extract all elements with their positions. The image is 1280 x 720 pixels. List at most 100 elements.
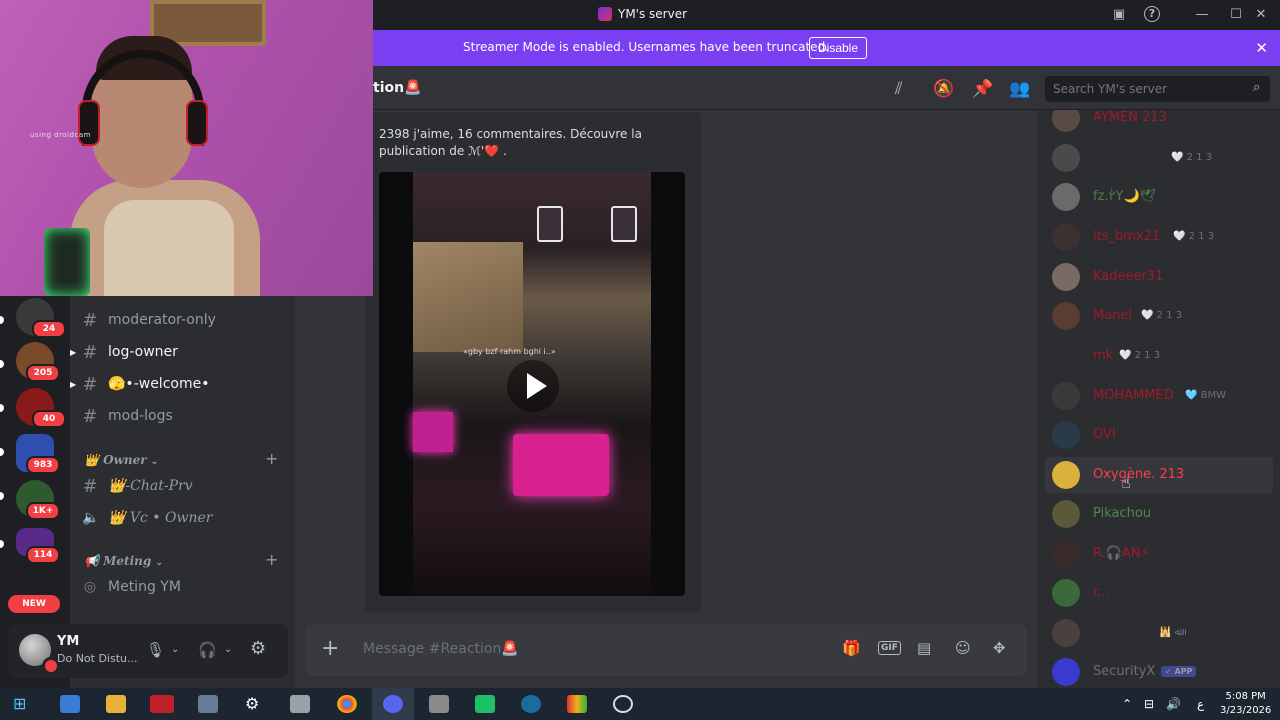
- member-avatar: [1052, 342, 1080, 370]
- server-badge: 1K+: [26, 502, 60, 520]
- play-button[interactable]: [507, 360, 559, 412]
- microphone-icon[interactable]: 🎙: [146, 641, 165, 659]
- member-avatar: [1052, 302, 1080, 330]
- member-item[interactable]: Oxygène. 213 ☝: [1045, 457, 1273, 493]
- speaker-icon: 🔈: [82, 510, 100, 526]
- member-item[interactable]: OVI: [1045, 417, 1273, 453]
- channel-label: moderator-only: [108, 312, 216, 328]
- member-avatar: [1052, 540, 1080, 568]
- file-explorer-icon[interactable]: [106, 695, 126, 713]
- channel-mod-logs[interactable]: # mod-logs: [82, 403, 172, 429]
- voicemod-icon[interactable]: [150, 695, 174, 713]
- video-caption: «gby bzf rahm bghi i..»: [463, 347, 556, 356]
- webcam-watermark: using droidcam: [30, 131, 91, 139]
- language-indicator[interactable]: ع: [1197, 697, 1204, 711]
- channel-log-owner[interactable]: # log-owner: [82, 339, 177, 365]
- member-item[interactable]: Pikachou: [1045, 496, 1273, 532]
- app-icon[interactable]: [429, 695, 449, 713]
- streamer-mode-banner: Streamer Mode is enabled. Usernames have…: [373, 30, 1280, 66]
- member-item[interactable]: r...: [1045, 575, 1273, 611]
- settings-icon[interactable]: ⚙: [245, 695, 265, 713]
- member-item[interactable]: Kadeeer31: [1045, 259, 1273, 295]
- pin-icon[interactable]: 📌: [972, 79, 993, 99]
- chrome-icon[interactable]: [337, 695, 357, 713]
- disable-streamer-mode-button[interactable]: Disable: [809, 37, 868, 59]
- discord-icon[interactable]: [383, 695, 403, 713]
- channel-moderator-only[interactable]: # moderator-only: [82, 307, 216, 333]
- app-icon[interactable]: [567, 695, 587, 713]
- store-icon[interactable]: [60, 695, 80, 713]
- member-item[interactable]: R.🎧AN⚡: [1045, 536, 1273, 572]
- member-item[interactable]: 🕌 ﷲ: [1045, 615, 1273, 651]
- apps-icon[interactable]: ✥: [993, 639, 1006, 657]
- member-tag: 🩵 BMW: [1185, 390, 1227, 401]
- member-item[interactable]: AYMEN 213: [1045, 110, 1273, 136]
- unread-indicator: [0, 492, 4, 500]
- gif-icon[interactable]: GIF: [878, 641, 901, 655]
- new-unreads-pill[interactable]: NEW: [8, 595, 60, 613]
- app-icon[interactable]: [290, 695, 310, 713]
- app-icon[interactable]: [198, 695, 218, 713]
- unread-indicator: [0, 404, 4, 412]
- upload-plus-icon[interactable]: +: [321, 636, 339, 661]
- message-input[interactable]: Message #Reaction🚨: [363, 641, 519, 657]
- minimize-button[interactable]: —: [1193, 6, 1211, 24]
- video-scene: [413, 242, 523, 352]
- maximize-button[interactable]: ☐: [1227, 6, 1245, 24]
- member-item[interactable]: 🤍 2 1 3: [1045, 140, 1273, 176]
- sticker-icon[interactable]: ▤: [917, 639, 931, 657]
- settings-gear-icon[interactable]: ⚙: [250, 638, 266, 659]
- member-item[interactable]: Manel 🤍 2 1 3: [1045, 298, 1273, 334]
- member-list-icon[interactable]: 👥: [1009, 79, 1030, 99]
- emoji-icon[interactable]: ☺: [955, 639, 971, 657]
- category-meeting[interactable]: 📢 Meting ⌄: [84, 554, 163, 568]
- search-input[interactable]: [1045, 76, 1270, 102]
- close-banner-icon[interactable]: ✕: [1255, 39, 1268, 57]
- member-item[interactable]: fz.ٰ٢Y🌙🕊: [1045, 179, 1273, 215]
- app-icon[interactable]: [475, 695, 495, 713]
- embed-video[interactable]: «gby bzf rahm bghi i..»: [379, 172, 685, 596]
- screen: YM's server ▣ ? — ☐ ✕ Streamer Mode is e…: [0, 0, 1280, 720]
- video-scene: [513, 434, 609, 496]
- chevron-down-icon[interactable]: ⌄: [171, 644, 179, 655]
- member-name: Kadeeer31: [1093, 269, 1164, 284]
- network-icon[interactable]: ⊟: [1144, 697, 1154, 711]
- unread-bullet-icon: ▶: [70, 348, 77, 357]
- channel-chat-prv[interactable]: # 👑-Chat-Prv: [82, 473, 192, 499]
- windows-start-icon[interactable]: ⊞: [13, 695, 33, 713]
- app-icon[interactable]: [613, 695, 633, 713]
- category-owner[interactable]: 👑 Owner ⌄: [84, 453, 158, 467]
- chevron-down-icon[interactable]: ⌄: [224, 644, 232, 655]
- stage-channel-meting-ym[interactable]: ◎ Meting YM: [82, 574, 181, 600]
- headphones-icon[interactable]: 🎧: [198, 641, 217, 659]
- clock[interactable]: 5:08 PM 3/23/2026: [1220, 690, 1271, 718]
- gift-icon[interactable]: 🎁: [842, 639, 861, 657]
- close-window-button[interactable]: ✕: [1252, 6, 1270, 24]
- volume-icon[interactable]: 🔊: [1166, 697, 1181, 711]
- unread-bullet-icon: ▶: [70, 380, 77, 389]
- steam-icon[interactable]: [521, 695, 541, 713]
- member-item[interactable]: MOHAMMED 🩵 BMW: [1045, 378, 1273, 414]
- member-item[interactable]: mk 🤍 2 1 3: [1045, 338, 1273, 374]
- member-list: AYMEN 213 🤍 2 1 3 fz.ٰ٢Y🌙🕊 its_bmx21 🤍 2…: [1037, 110, 1280, 688]
- notification-bell-muted-icon[interactable]: 🔕: [933, 79, 954, 99]
- member-item[interactable]: its_bmx21 🤍 2 1 3: [1045, 219, 1273, 255]
- person-shirt: [104, 200, 234, 296]
- video-scene: [537, 206, 563, 242]
- member-tag: 🤍 2 1 3: [1173, 231, 1215, 242]
- channel-label: 🫣•-welcome•: [108, 376, 210, 392]
- tray-expand-icon[interactable]: ⌃: [1122, 697, 1132, 711]
- inbox-icon[interactable]: ▣: [1110, 6, 1128, 24]
- unread-indicator: [0, 360, 4, 368]
- help-icon[interactable]: ?: [1144, 6, 1160, 22]
- server-icon: [598, 7, 612, 21]
- member-item[interactable]: SecurityX ✓ APP: [1045, 654, 1273, 688]
- add-channel-icon[interactable]: +: [265, 550, 278, 569]
- voice-channel-vc-owner[interactable]: 🔈 👑 Vc • Owner: [82, 505, 212, 531]
- threads-icon[interactable]: ⫽: [895, 79, 903, 99]
- add-channel-icon[interactable]: +: [265, 449, 278, 468]
- channel-welcome[interactable]: # 🫣•-welcome•: [82, 371, 209, 397]
- cursor-pointer-icon: ☝: [1121, 473, 1131, 492]
- hash-icon: #: [82, 405, 98, 427]
- banner-text: Streamer Mode is enabled. Usernames have…: [463, 40, 829, 54]
